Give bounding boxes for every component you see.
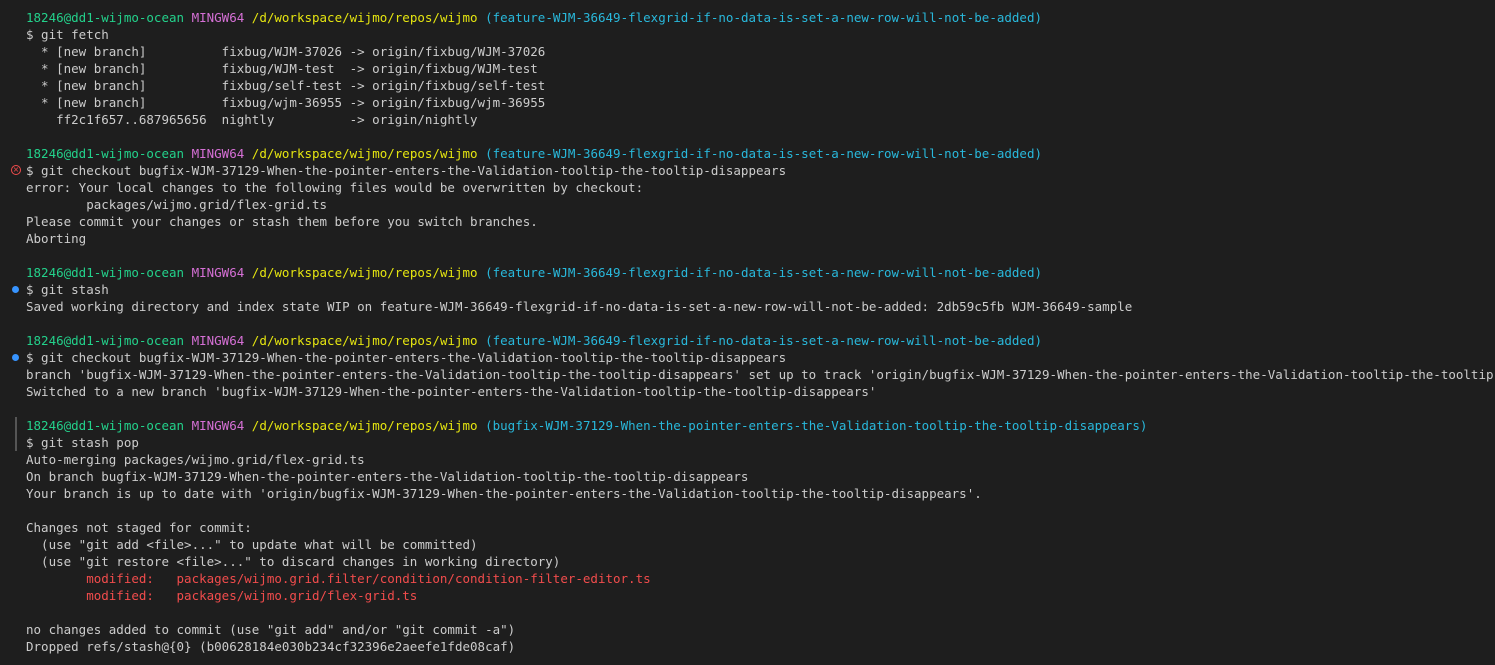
output-text: * [new branch] fixbug/wjm-36955 -> origi… <box>26 95 546 110</box>
terminal-panel[interactable]: 18246@dd1-wijmo-ocean MINGW64 /d/workspa… <box>0 0 1495 665</box>
command-line: $ git stash pop <box>0 434 1495 451</box>
command-text: $ git checkout bugfix-WJM-37129-When-the… <box>26 350 787 365</box>
output-text: Saved working directory and index state … <box>26 299 1133 314</box>
prompt-line: 18246@dd1-wijmo-ocean MINGW64 /d/workspa… <box>0 145 1495 162</box>
output-text: branch 'bugfix-WJM-37129-When-the-pointe… <box>26 367 1495 382</box>
prompt-branch: (feature-WJM-36649-flexgrid-if-no-data-i… <box>485 265 1043 280</box>
output-line: * [new branch] fixbug/WJM-37026 -> origi… <box>0 43 1495 60</box>
output-text: Auto-merging packages/wijmo.grid/flex-gr… <box>26 452 365 467</box>
command-decoration[interactable]: × <box>10 162 22 179</box>
prompt-branch: (bugfix-WJM-37129-When-the-pointer-enter… <box>485 418 1148 433</box>
output-text: On branch bugfix-WJM-37129-When-the-poin… <box>26 469 749 484</box>
prompt-system: MINGW64 <box>191 10 245 25</box>
output-line: (use "git add <file>..." to update what … <box>0 536 1495 553</box>
output-line: error: Your local changes to the followi… <box>0 179 1495 196</box>
output-line: Switched to a new branch 'bugfix-WJM-371… <box>0 383 1495 400</box>
prompt-line: 18246@dd1-wijmo-ocean MINGW64 /d/workspa… <box>0 332 1495 349</box>
command-bar-icon <box>15 434 17 451</box>
output-line: packages/wijmo.grid/flex-grid.ts <box>0 196 1495 213</box>
output-text: ff2c1f657..687965656 nightly -> origin/n… <box>26 112 478 127</box>
command-line: $ git stash <box>0 281 1495 298</box>
prompt-line: 18246@dd1-wijmo-ocean MINGW64 /d/workspa… <box>0 9 1495 26</box>
output-text: Changes not staged for commit: <box>26 520 252 535</box>
output-line: Dropped refs/stash@{0} (b00628184e030b23… <box>0 638 1495 655</box>
output-text: Please commit your changes or stash them… <box>26 214 538 229</box>
prompt-user: 18246@dd1-wijmo-ocean <box>26 418 185 433</box>
output-text: (use "git restore <file>..." to discard … <box>26 554 561 569</box>
output-text: error: Your local changes to the followi… <box>26 180 644 195</box>
output-line: (use "git restore <file>..." to discard … <box>0 553 1495 570</box>
command-line: $ git fetch <box>0 26 1495 43</box>
prompt-branch: (feature-WJM-36649-flexgrid-if-no-data-i… <box>485 10 1043 25</box>
output-line: * [new branch] fixbug/WJM-test -> origin… <box>0 60 1495 77</box>
prompt-branch: (feature-WJM-36649-flexgrid-if-no-data-i… <box>485 146 1043 161</box>
output-text: no changes added to commit (use "git add… <box>26 622 516 637</box>
prompt-path: /d/workspace/wijmo/repos/wijmo <box>251 418 478 433</box>
output-text: Your branch is up to date with 'origin/b… <box>26 486 982 501</box>
command-text: $ git stash pop <box>26 435 139 450</box>
output-line: Auto-merging packages/wijmo.grid/flex-gr… <box>0 451 1495 468</box>
output-line: Changes not staged for commit: <box>0 519 1495 536</box>
success-dot-icon[interactable] <box>12 354 19 361</box>
output-text: Aborting <box>26 231 87 246</box>
modified-file-line: modified: packages/wijmo.grid/flex-grid.… <box>0 587 1495 604</box>
output-text: * [new branch] fixbug/WJM-37026 -> origi… <box>26 44 546 59</box>
prompt-user: 18246@dd1-wijmo-ocean <box>26 10 185 25</box>
command-line: × $ git checkout bugfix-WJM-37129-When-th… <box>0 162 1495 179</box>
command-bar-icon <box>15 417 17 434</box>
prompt-path: /d/workspace/wijmo/repos/wijmo <box>251 265 478 280</box>
prompt-user: 18246@dd1-wijmo-ocean <box>26 333 185 348</box>
command-text: $ git stash <box>26 282 109 297</box>
prompt-path: /d/workspace/wijmo/repos/wijmo <box>251 10 478 25</box>
prompt-system: MINGW64 <box>191 265 245 280</box>
output-text: * [new branch] fixbug/self-test -> origi… <box>26 78 546 93</box>
command-decoration <box>10 434 22 451</box>
modified-file-text: modified: packages/wijmo.grid/flex-grid.… <box>26 588 418 603</box>
output-line: On branch bugfix-WJM-37129-When-the-poin… <box>0 468 1495 485</box>
error-circle-icon[interactable]: × <box>11 165 21 175</box>
prompt-line: 18246@dd1-wijmo-ocean MINGW64 /d/workspa… <box>0 264 1495 281</box>
modified-file-line: modified: packages/wijmo.grid.filter/con… <box>0 570 1495 587</box>
success-dot-icon[interactable] <box>12 286 19 293</box>
command-decoration[interactable] <box>10 349 22 366</box>
prompt-user: 18246@dd1-wijmo-ocean <box>26 265 185 280</box>
prompt-system: MINGW64 <box>191 146 245 161</box>
command-text: $ git fetch <box>26 27 109 42</box>
prompt-line: 18246@dd1-wijmo-ocean MINGW64 /d/workspa… <box>0 417 1495 434</box>
output-text: Dropped refs/stash@{0} (b00628184e030b23… <box>26 639 516 654</box>
output-text: * [new branch] fixbug/WJM-test -> origin… <box>26 61 538 76</box>
prompt-branch: (feature-WJM-36649-flexgrid-if-no-data-i… <box>485 333 1043 348</box>
command-decoration <box>10 417 22 434</box>
output-line: Please commit your changes or stash them… <box>0 213 1495 230</box>
output-line: * [new branch] fixbug/wjm-36955 -> origi… <box>0 94 1495 111</box>
output-line: Aborting <box>0 230 1495 247</box>
output-text: Switched to a new branch 'bugfix-WJM-371… <box>26 384 877 399</box>
output-line: branch 'bugfix-WJM-37129-When-the-pointe… <box>0 366 1495 383</box>
command-text: $ git checkout bugfix-WJM-37129-When-the… <box>26 163 787 178</box>
prompt-user: 18246@dd1-wijmo-ocean <box>26 146 185 161</box>
prompt-path: /d/workspace/wijmo/repos/wijmo <box>251 333 478 348</box>
output-line: ff2c1f657..687965656 nightly -> origin/n… <box>0 111 1495 128</box>
command-line: $ git checkout bugfix-WJM-37129-When-the… <box>0 349 1495 366</box>
output-line: no changes added to commit (use "git add… <box>0 621 1495 638</box>
prompt-path: /d/workspace/wijmo/repos/wijmo <box>251 146 478 161</box>
output-line: Saved working directory and index state … <box>0 298 1495 315</box>
prompt-system: MINGW64 <box>191 418 245 433</box>
output-line: Your branch is up to date with 'origin/b… <box>0 485 1495 502</box>
output-text: packages/wijmo.grid/flex-grid.ts <box>26 197 328 212</box>
modified-file-text: modified: packages/wijmo.grid.filter/con… <box>26 571 651 586</box>
command-decoration[interactable] <box>10 281 22 298</box>
output-text: (use "git add <file>..." to update what … <box>26 537 478 552</box>
output-line: * [new branch] fixbug/self-test -> origi… <box>0 77 1495 94</box>
prompt-system: MINGW64 <box>191 333 245 348</box>
